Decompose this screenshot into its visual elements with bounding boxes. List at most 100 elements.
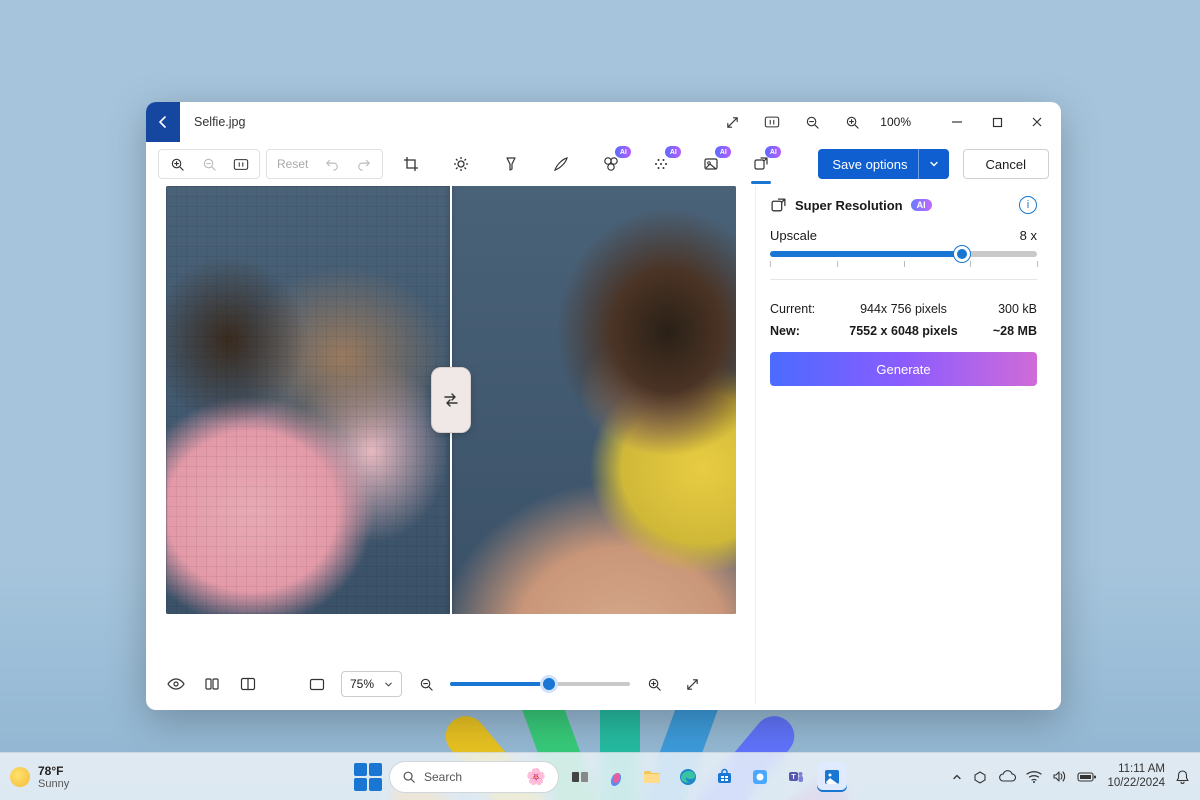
minimize-button[interactable] <box>939 107 975 137</box>
clock-date: 10/22/2024 <box>1107 777 1165 790</box>
redo-icon[interactable] <box>350 150 378 178</box>
task-view-icon[interactable] <box>565 762 595 792</box>
photos-app-icon[interactable] <box>817 762 847 792</box>
sun-icon <box>10 767 30 787</box>
reset-button[interactable]: Reset <box>271 157 314 171</box>
cancel-label: Cancel <box>986 157 1026 172</box>
zoom-select[interactable]: 75% <box>341 671 402 697</box>
compare-swap-handle[interactable] <box>431 367 471 433</box>
canvas-footer: 75% <box>156 664 745 704</box>
super-resolution-panel: Super Resolution AI i Upscale 8 x Curren… <box>755 186 1051 704</box>
teams-icon[interactable]: T <box>781 762 811 792</box>
weather-widget[interactable]: 78°F Sunny <box>10 764 69 790</box>
compare-toggle-icon[interactable] <box>198 670 226 698</box>
panel-title: Super Resolution <box>795 198 903 213</box>
upscale-label: Upscale <box>770 228 817 243</box>
zoom-out-icon[interactable] <box>794 107 830 137</box>
upscale-slider[interactable] <box>770 251 1037 257</box>
start-button[interactable] <box>353 762 383 792</box>
copilot-icon[interactable] <box>601 762 631 792</box>
current-dims: 944x 756 pixels <box>840 302 967 316</box>
split-view-icon[interactable] <box>234 670 262 698</box>
compare-divider[interactable] <box>450 186 452 614</box>
ai-effects-tool-icon[interactable]: AI <box>597 150 625 178</box>
fit-tool-icon[interactable] <box>227 150 255 178</box>
zoom-out-footer-icon[interactable] <box>412 670 440 698</box>
actual-size-icon[interactable] <box>754 107 790 137</box>
super-resolution-tool-icon[interactable]: AI <box>747 150 775 178</box>
view-original-icon[interactable] <box>162 670 190 698</box>
chevron-up-icon[interactable] <box>952 772 962 782</box>
generate-label: Generate <box>876 362 930 377</box>
copilot-app-icon[interactable] <box>745 762 775 792</box>
crop-tool-icon[interactable] <box>397 150 425 178</box>
info-icon[interactable]: i <box>1019 196 1037 214</box>
zoom-slider-thumb[interactable] <box>540 675 558 693</box>
zoom-percent-label: 100% <box>874 115 917 129</box>
zoom-slider-fill <box>450 682 549 686</box>
weather-temp: 78°F <box>38 764 69 778</box>
current-label: Current: <box>770 302 840 316</box>
volume-tray-icon[interactable] <box>1052 770 1067 783</box>
zoom-out-tool-icon[interactable] <box>195 150 223 178</box>
cancel-button[interactable]: Cancel <box>963 149 1049 179</box>
battery-tray-icon[interactable] <box>1077 771 1097 783</box>
adjust-tool-icon[interactable] <box>447 150 475 178</box>
notifications-tray-icon[interactable] <box>1175 769 1190 785</box>
titlebar: Selfie.jpg 100% <box>146 102 1061 142</box>
history-tool-group: Reset <box>266 149 383 179</box>
save-options-button[interactable]: Save options <box>818 149 948 179</box>
save-options-label: Save options <box>832 157 907 172</box>
ai-badge-icon: AI <box>715 146 731 158</box>
photos-app-window: Selfie.jpg 100% <box>146 102 1061 710</box>
explorer-icon[interactable] <box>637 762 667 792</box>
clock-time: 11:11 AM <box>1107 763 1165 776</box>
upscale-slider-thumb[interactable] <box>954 246 970 262</box>
zoom-tool-group <box>158 149 260 179</box>
zoom-slider[interactable] <box>450 682 630 686</box>
generate-button[interactable]: Generate <box>770 352 1037 386</box>
ai-badge-icon: AI <box>765 146 781 158</box>
ai-erase-tool-icon[interactable]: AI <box>697 150 725 178</box>
maximize-button[interactable] <box>979 107 1015 137</box>
markup-tool-icon[interactable] <box>547 150 575 178</box>
filter-tool-icon[interactable] <box>497 150 525 178</box>
taskbar-search[interactable]: Search 🌸 <box>389 761 559 793</box>
cloud-tray-icon[interactable] <box>998 770 1016 783</box>
fit-screen-icon[interactable] <box>303 670 331 698</box>
search-icon <box>402 770 416 784</box>
undo-icon[interactable] <box>318 150 346 178</box>
back-button[interactable] <box>146 102 180 142</box>
new-dims: 7552 x 6048 pixels <box>840 324 967 338</box>
super-resolution-icon <box>770 197 787 214</box>
ai-badge-pill: AI <box>911 199 932 211</box>
system-tray[interactable]: 11:11 AM 10/22/2024 <box>952 763 1190 789</box>
wifi-tray-icon[interactable] <box>1026 770 1042 783</box>
image-preview[interactable] <box>166 186 736 614</box>
store-icon[interactable] <box>709 762 739 792</box>
edge-icon[interactable] <box>673 762 703 792</box>
zoom-select-value: 75% <box>350 677 374 691</box>
canvas-area <box>156 186 745 664</box>
current-size: 300 kB <box>967 302 1037 316</box>
search-placeholder: Search <box>424 770 462 784</box>
svg-text:T: T <box>791 774 796 781</box>
ai-badge-icon: AI <box>615 146 631 158</box>
ai-blur-tool-icon[interactable]: AI <box>647 150 675 178</box>
taskbar: 78°F Sunny Search 🌸 T 11:11 AM 10/22/202… <box>0 752 1200 800</box>
onedrive-tray-icon[interactable] <box>972 769 988 785</box>
close-button[interactable] <box>1019 107 1055 137</box>
zoom-in-icon[interactable] <box>834 107 870 137</box>
taskbar-clock[interactable]: 11:11 AM 10/22/2024 <box>1107 763 1165 789</box>
fullscreen-icon[interactable] <box>678 670 706 698</box>
zoom-in-footer-icon[interactable] <box>640 670 668 698</box>
ai-badge-icon: AI <box>665 146 681 158</box>
filename-label: Selfie.jpg <box>194 115 245 129</box>
expand-icon[interactable] <box>714 107 750 137</box>
zoom-in-tool-icon[interactable] <box>163 150 191 178</box>
weather-cond: Sunny <box>38 778 69 790</box>
upscale-value: 8 x <box>1020 228 1037 243</box>
chevron-down-icon <box>918 149 939 179</box>
new-label: New: <box>770 324 840 338</box>
new-size: ~28 MB <box>967 324 1037 338</box>
